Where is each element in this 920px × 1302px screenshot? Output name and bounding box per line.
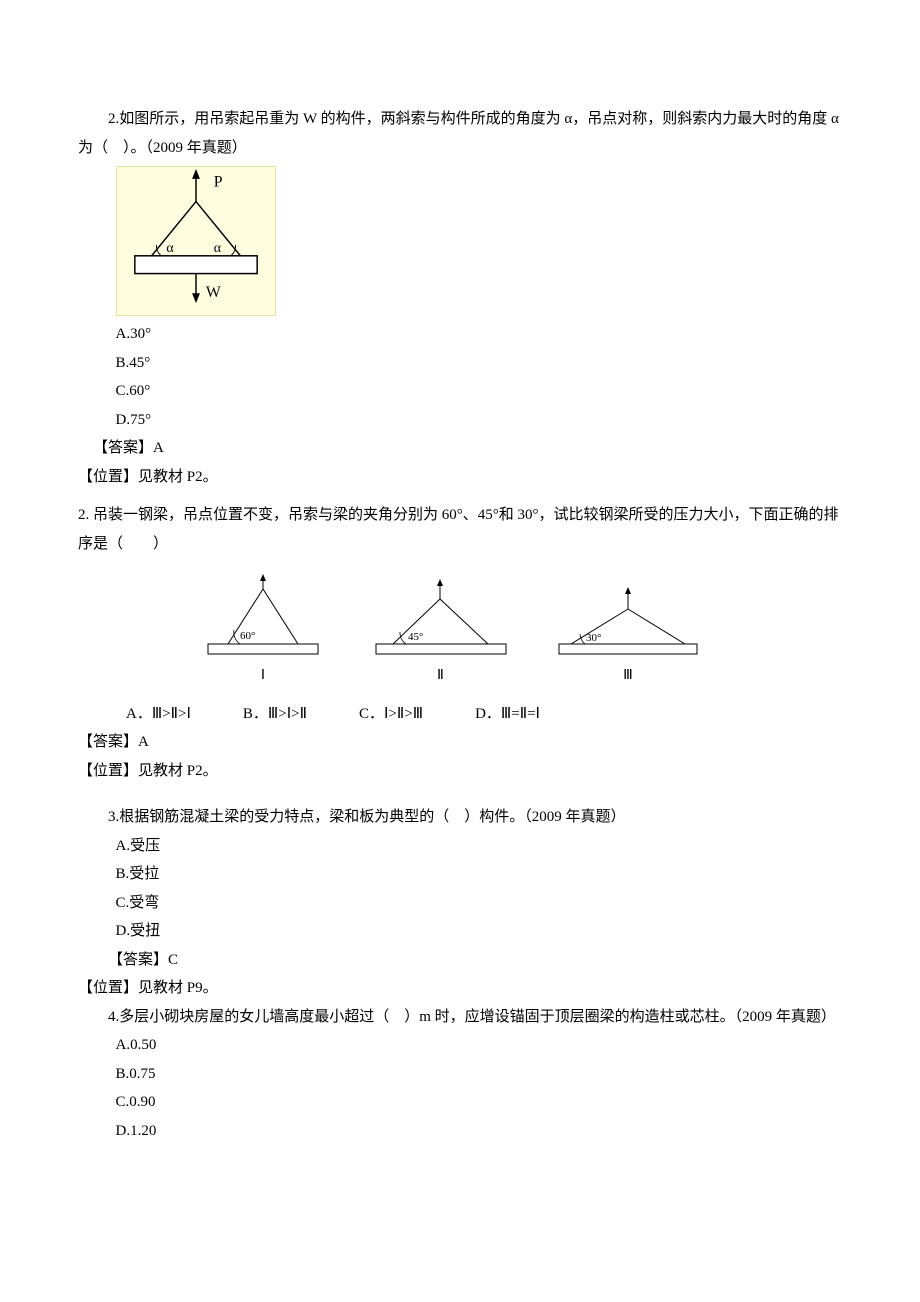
question-3-text: 3.根据钢筋混凝土梁的受力特点，梁和板为典型的（ ）构件。（2009 年真题） — [78, 803, 842, 832]
q2b-position: 【位置】见教材 P2。 — [78, 757, 842, 786]
q2b-options-row: A．Ⅲ>Ⅱ>Ⅰ B．Ⅲ>Ⅰ>Ⅱ C．Ⅰ>Ⅱ>Ⅲ D．Ⅲ=Ⅱ=Ⅰ — [78, 700, 842, 729]
q4-option-d: D.1.20 — [78, 1117, 842, 1146]
q4-option-c: C.0.90 — [78, 1088, 842, 1117]
q2a-answer: 【答案】A — [78, 434, 842, 463]
q2b-option-b: B．Ⅲ>Ⅰ>Ⅱ — [243, 700, 307, 729]
figure-label-w: W — [205, 284, 220, 301]
q4-option-b: B.0.75 — [78, 1060, 842, 1089]
q2b-option-d: D．Ⅲ=Ⅱ=Ⅰ — [475, 700, 540, 729]
question-2b-figures: 60° Ⅰ 45° Ⅱ 30° Ⅲ — [198, 574, 842, 690]
q3-option-b: B.受拉 — [78, 860, 842, 889]
question-4-text: 4.多层小砌块房屋的女儿墙高度最小超过（ ）m 时，应增设锚固于顶层圈梁的构造柱… — [78, 1003, 842, 1032]
question-2a-figure: P α α W — [116, 166, 843, 316]
q2b-option-a: A．Ⅲ>Ⅱ>Ⅰ — [126, 700, 191, 729]
svg-text:60°: 60° — [240, 630, 255, 642]
fig2-label-3: Ⅲ — [553, 663, 703, 690]
q2b-option-c: C．Ⅰ>Ⅱ>Ⅲ — [359, 700, 423, 729]
svg-text:45°: 45° — [408, 631, 423, 643]
figure-label-alpha-left: α — [166, 240, 173, 255]
fig2-label-1: Ⅰ — [198, 663, 328, 690]
q2b-answer: 【答案】A — [78, 728, 842, 757]
q3-answer: 【答案】C — [78, 946, 842, 975]
q3-option-c: C.受弯 — [78, 889, 842, 918]
q3-position: 【位置】见教材 P9。 — [78, 974, 842, 1003]
q4-option-a: A.0.50 — [78, 1031, 842, 1060]
q3-option-d: D.受扭 — [78, 917, 842, 946]
q2a-option-d: D.75° — [78, 406, 842, 435]
q2a-option-c: C.60° — [78, 377, 842, 406]
q2a-option-a: A.30° — [78, 320, 842, 349]
fig2-label-2: Ⅱ — [368, 663, 513, 690]
q2a-option-b: B.45° — [78, 349, 842, 378]
q3-option-a: A.受压 — [78, 832, 842, 861]
question-2a-text: 2.如图所示，用吊索起吊重为 W 的构件，两斜索与构件所成的角度为 α，吊点对称… — [78, 105, 842, 162]
figure-label-p: P — [213, 174, 222, 191]
q2a-position: 【位置】见教材 P2。 — [78, 463, 842, 492]
svg-text:30°: 30° — [586, 632, 601, 644]
question-2b-text: 2. 吊装一钢梁，吊点位置不变，吊索与梁的夹角分别为 60°、45°和 30°，… — [78, 501, 842, 558]
figure-label-alpha-right: α — [213, 240, 220, 255]
